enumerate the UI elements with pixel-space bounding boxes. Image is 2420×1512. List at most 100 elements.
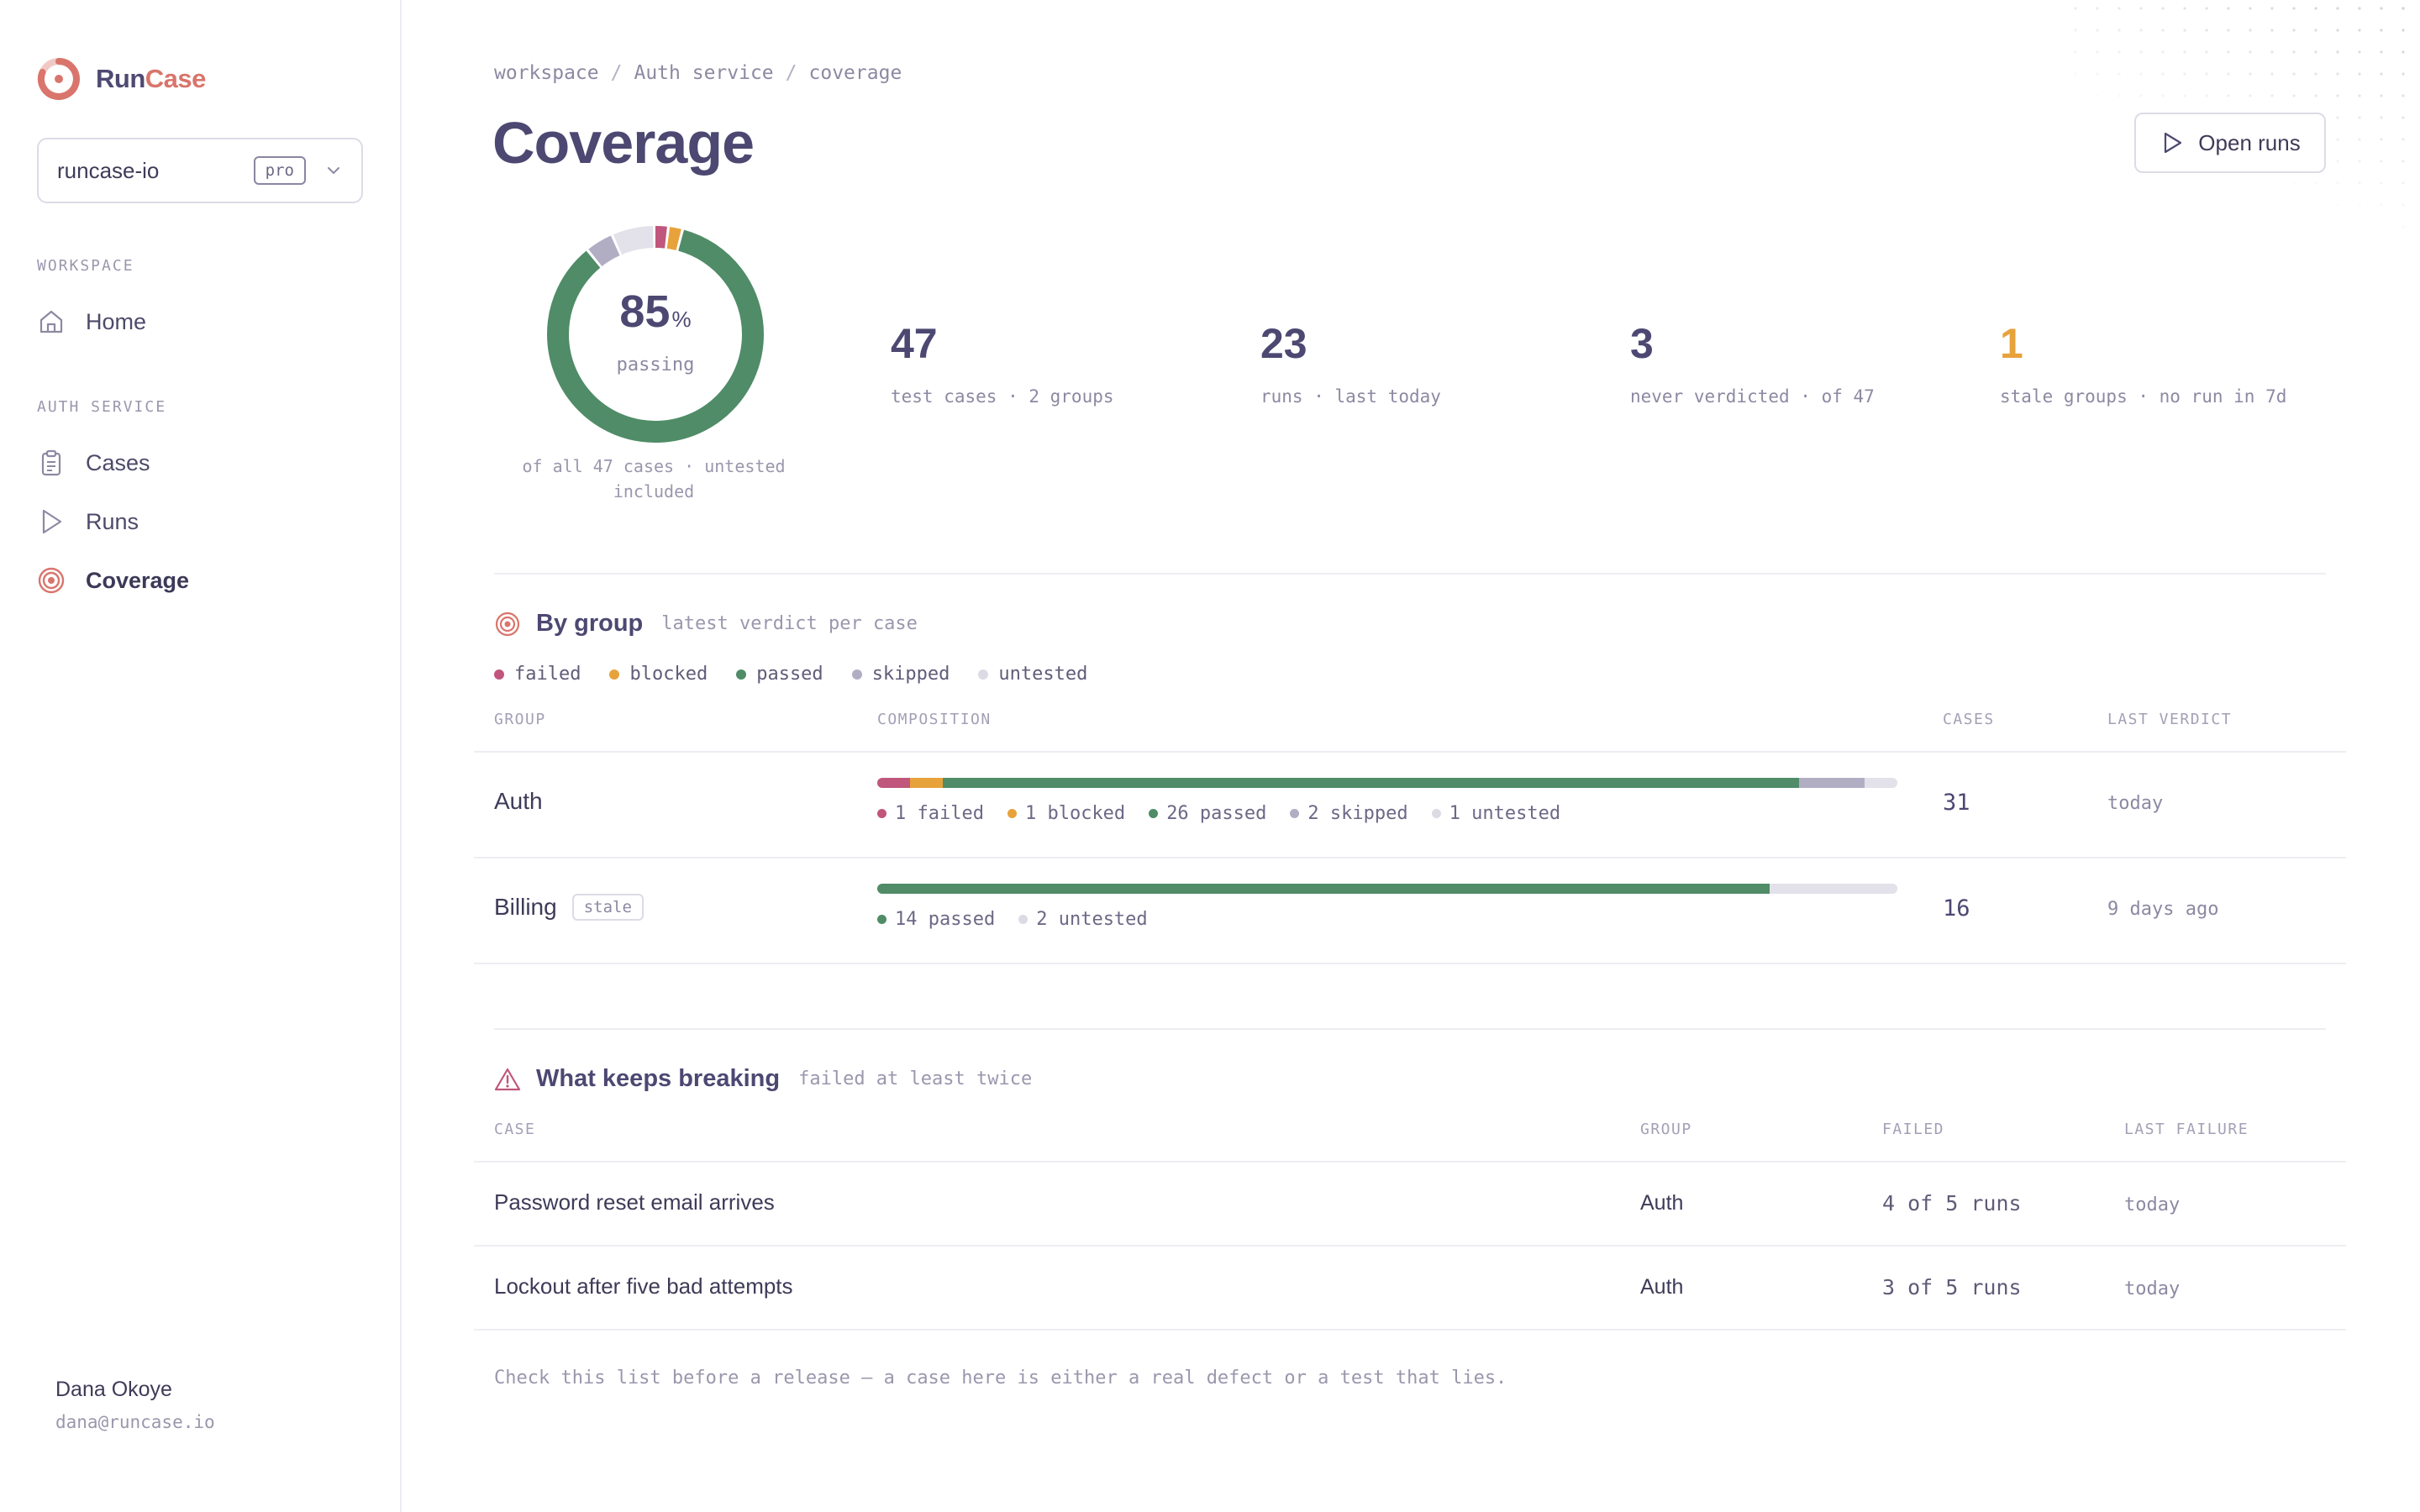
legend-dot [877, 809, 886, 818]
grid-dot [2292, 72, 2296, 76]
grid-dot [2336, 160, 2339, 163]
home-icon [39, 310, 63, 333]
warning-icon [494, 1068, 521, 1090]
composition-segment-passed [943, 778, 1799, 788]
grid-dot [2074, 29, 2077, 32]
grid-dot [2249, 7, 2252, 10]
breaking-footnote: Check this list before a release — a cas… [494, 1368, 1507, 1389]
brand-logo[interactable]: RunCase [37, 55, 206, 102]
legend-dot [1149, 809, 1159, 818]
group-cases-count: 31 [1943, 790, 1970, 816]
legend-dot [736, 669, 747, 680]
group-row-billing[interactable]: Billing stale [494, 894, 644, 921]
breaking-last-failure: today [2124, 1194, 2181, 1215]
chevron-down-icon [328, 167, 339, 175]
by-group-header: By group latest verdict per case [494, 610, 918, 638]
stat-label: never verdicted · of 47 [1630, 386, 1875, 407]
grid-dot [2118, 72, 2121, 76]
breaking-failed-count: 3 of 5 runs [1882, 1275, 2022, 1299]
section-title: What keeps breaking [536, 1065, 781, 1092]
group-name: Billing [494, 894, 557, 920]
legend-dot [1018, 915, 1028, 924]
grid-dot [2183, 94, 2186, 97]
user-email: dana@runcase.io [55, 1412, 215, 1432]
grid-dot [2314, 94, 2317, 97]
column-header-failed: FAILED [1882, 1121, 1945, 1138]
composition-segment-skipped [1798, 778, 1865, 788]
breaking-case-group: Auth [1640, 1191, 1684, 1215]
composition-segment-failed [877, 778, 911, 788]
sidebar-section-label: AUTH SERVICE [37, 398, 167, 416]
grid-dot [2358, 7, 2361, 10]
section-divider [494, 1028, 2326, 1030]
brand-name: RunCase [96, 64, 206, 93]
grid-dot [2402, 7, 2405, 10]
grid-dot [2380, 29, 2383, 32]
play-icon [42, 509, 62, 534]
group-name: Auth [494, 788, 543, 814]
breaking-failed-count: 4 of 5 runs [1882, 1191, 2022, 1215]
grid-dot [2358, 138, 2361, 141]
clipboard-icon [41, 449, 61, 476]
grid-dot [2205, 94, 2208, 97]
grid-dot [2380, 94, 2383, 97]
grid-dot [2380, 50, 2383, 54]
workspace-name: runcase-io [57, 157, 160, 183]
grid-dot [2358, 160, 2361, 163]
grid-dot [2161, 50, 2165, 54]
table-row-divider [474, 963, 2346, 964]
breadcrumb-auth-service[interactable]: Auth service [634, 62, 773, 84]
grid-dot [2292, 7, 2296, 10]
grid-dot [2358, 72, 2361, 76]
breaking-case-name[interactable]: Password reset email arrives [494, 1189, 775, 1215]
breadcrumb-workspace[interactable]: workspace [494, 62, 599, 84]
sidebar-item-home[interactable]: Home [37, 305, 146, 339]
grid-dot [2074, 72, 2077, 76]
group-row-auth[interactable]: Auth [494, 788, 543, 815]
workspace-select[interactable]: runcase-io pro [37, 138, 363, 203]
grid-dot [2074, 7, 2077, 10]
grid-dot [2118, 29, 2121, 32]
stat-label: test cases · 2 groups [891, 386, 1114, 407]
grid-dot [2270, 29, 2274, 32]
sidebar-item-cases[interactable]: Cases [37, 446, 150, 480]
breaking-case-name[interactable]: Lockout after five bad attempts [494, 1273, 793, 1299]
grid-dot [2096, 7, 2099, 10]
legend-untested: untested [978, 664, 1087, 685]
grid-dot [2118, 7, 2121, 10]
grid-dot [2336, 72, 2339, 76]
sidebar-item-label: Coverage [86, 567, 190, 593]
grid-dot [2380, 138, 2383, 141]
grid-dot [2336, 203, 2339, 207]
user-card[interactable]: Dana Okoye dana@runcase.io [55, 1378, 215, 1432]
grid-dot [2402, 72, 2405, 76]
group-last-verdict: today [2107, 793, 2164, 814]
grid-dot [2118, 94, 2121, 97]
stat-value: 1 [2000, 320, 2023, 367]
breaking-last-failure: today [2124, 1278, 2181, 1299]
grid-dot [2270, 7, 2274, 10]
composition-legend: 1 failed 1 blocked 26 passed 2 skipped 1… [877, 803, 1584, 824]
open-runs-button[interactable]: Open runs [2134, 113, 2326, 173]
stale-badge: stale [571, 894, 644, 921]
grid-dot [2249, 50, 2252, 54]
page-title: Coverage [492, 110, 755, 176]
grid-dot [2161, 29, 2165, 32]
sidebar-item-runs[interactable]: Runs [37, 505, 139, 538]
section-subtitle: latest verdict per case [661, 613, 918, 634]
table-divider [474, 1161, 2346, 1163]
composition-skipped: 2 skipped [1290, 803, 1408, 824]
grid-dot [2292, 50, 2296, 54]
grid-dot [2402, 29, 2405, 32]
status-legend: failed blocked passed skipped untested [494, 664, 1116, 685]
grid-dot [2402, 203, 2405, 207]
grid-dot [2380, 203, 2383, 207]
column-header-case: CASE [494, 1121, 536, 1138]
sidebar-item-coverage[interactable]: Coverage [37, 564, 189, 597]
stat-label: runs · last today [1260, 386, 1441, 407]
plan-badge: pro [253, 156, 306, 185]
play-icon [2165, 132, 2182, 154]
open-runs-label: Open runs [2198, 129, 2301, 155]
grid-dot [2358, 116, 2361, 119]
grid-dot [2096, 94, 2099, 97]
